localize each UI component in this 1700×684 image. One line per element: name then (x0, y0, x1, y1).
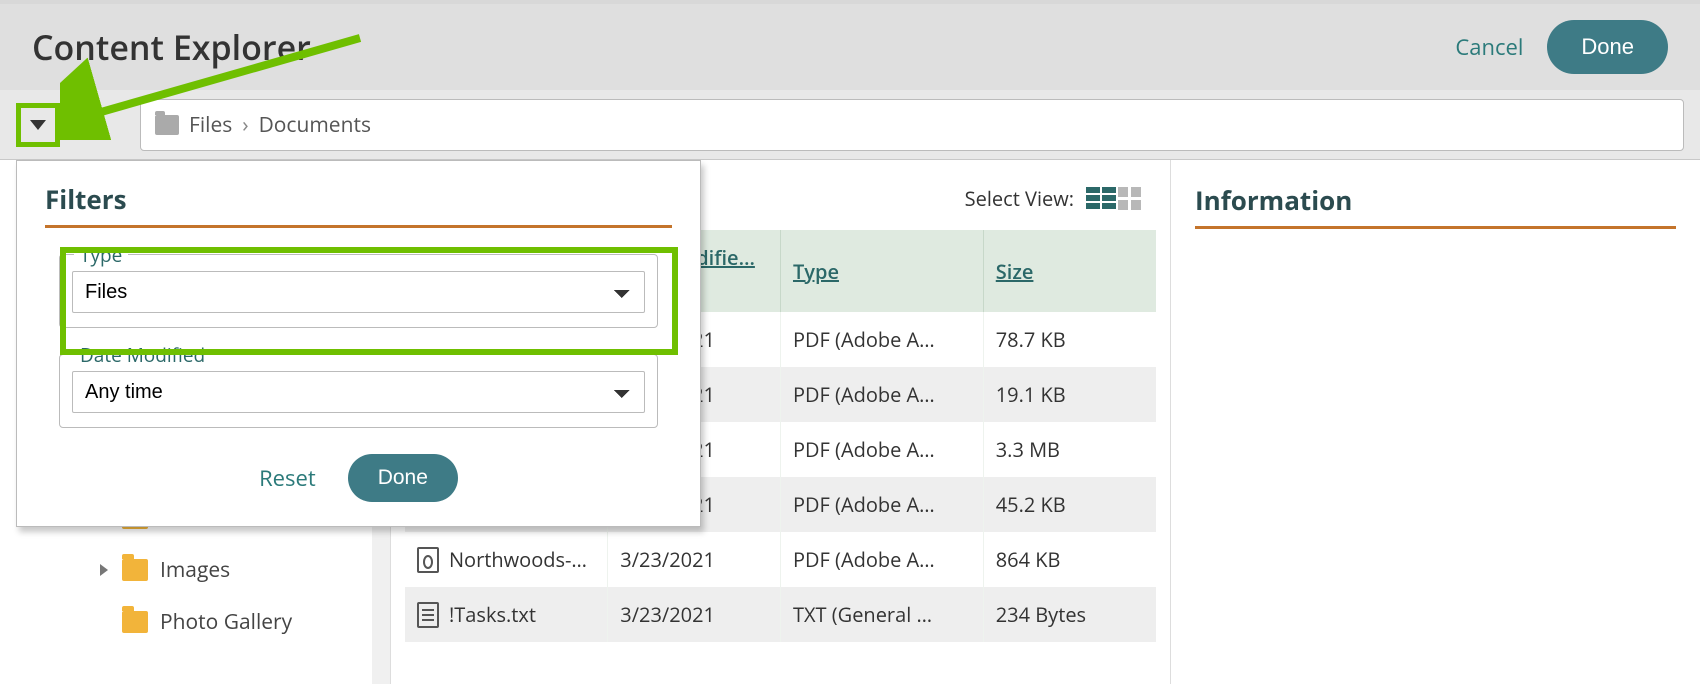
select-view-label: Select View: (965, 185, 1074, 212)
file-type: TXT (General … (780, 587, 983, 642)
file-type: PDF (Adobe A… (780, 477, 983, 532)
header-actions: Cancel Done (1455, 20, 1668, 74)
filter-toggle-button[interactable] (16, 103, 60, 147)
folder-icon (122, 559, 148, 581)
search-icon[interactable] (74, 110, 104, 140)
file-size: 3.3 MB (983, 422, 1156, 477)
information-panel: Information (1170, 160, 1700, 684)
grid-view-icon[interactable] (1118, 187, 1146, 209)
file-type: PDF (Adobe A… (780, 532, 983, 587)
pdf-file-icon (417, 547, 439, 573)
done-button[interactable]: Done (1547, 20, 1668, 74)
folder-icon (122, 611, 148, 633)
chevron-right-icon (100, 564, 108, 576)
filter-date-label: Date Modified (74, 342, 211, 368)
chevron-down-icon (30, 120, 46, 130)
file-size: 45.2 KB (983, 477, 1156, 532)
filter-date-select[interactable]: Any time (72, 371, 645, 413)
col-type[interactable]: Type (780, 230, 983, 312)
filters-done-button[interactable]: Done (348, 454, 458, 502)
tree-item-label: Images (160, 556, 230, 584)
file-name: Northwoods-… (449, 546, 587, 573)
filters-actions: Reset Done (45, 454, 672, 502)
filter-type-select[interactable]: Files (72, 271, 645, 313)
list-view-icon[interactable] (1086, 187, 1114, 209)
col-size[interactable]: Size (983, 230, 1156, 312)
table-row[interactable]: !Tasks.txt 3/23/2021TXT (General …234 Byt… (405, 587, 1156, 642)
file-type: PDF (Adobe A… (780, 422, 983, 477)
folder-icon (155, 115, 179, 135)
cancel-button[interactable]: Cancel (1455, 32, 1523, 62)
file-size: 864 KB (983, 532, 1156, 587)
text-file-icon (417, 602, 439, 628)
file-type: PDF (Adobe A… (780, 367, 983, 422)
tree-item-photo-gallery[interactable]: Photo Gallery (70, 596, 380, 648)
toolbar-row: Files › Documents (0, 90, 1700, 160)
breadcrumb-current[interactable]: Documents (259, 111, 371, 139)
file-size: 234 Bytes (983, 587, 1156, 642)
tree-item-label: Photo Gallery (160, 608, 292, 636)
file-size: 19.1 KB (983, 367, 1156, 422)
file-type: PDF (Adobe A… (780, 312, 983, 367)
filters-reset-button[interactable]: Reset (259, 463, 316, 493)
file-size: 78.7 KB (983, 312, 1156, 367)
file-modified: 3/23/2021 (608, 532, 781, 587)
filter-date-group: Date Modified Any time (59, 354, 658, 428)
table-row[interactable]: Northwoods-… 3/23/2021PDF (Adobe A…864 KB (405, 532, 1156, 587)
header-bar: Content Explorer Cancel Done (0, 0, 1700, 90)
filter-type-group: Type Files (59, 254, 658, 328)
breadcrumb-root[interactable]: Files (189, 111, 232, 139)
file-modified: 3/23/2021 (608, 587, 781, 642)
filters-title: Filters (45, 181, 672, 228)
page-title: Content Explorer (32, 24, 311, 70)
chevron-right-icon: › (242, 111, 248, 139)
breadcrumb[interactable]: Files › Documents (140, 99, 1684, 151)
tree-item-images[interactable]: Images (70, 544, 380, 596)
filters-popover: Filters Type Files Date Modified Any tim… (16, 160, 701, 527)
filter-type-label: Type (74, 242, 128, 268)
information-title: Information (1195, 182, 1676, 229)
file-name: !Tasks.txt (449, 601, 536, 628)
